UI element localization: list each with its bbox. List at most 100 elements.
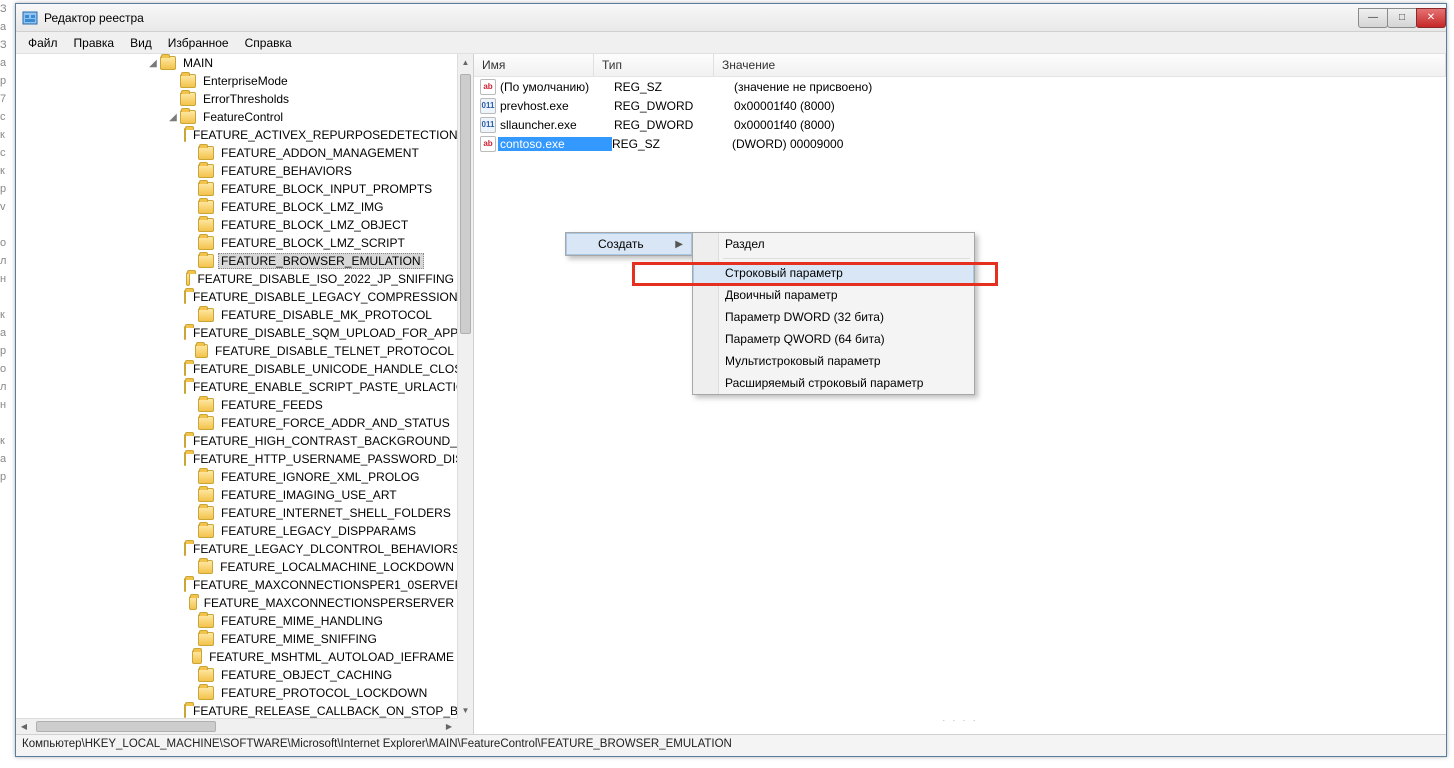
- context-item[interactable]: Строковый параметр: [693, 262, 974, 284]
- tree-item[interactable]: FEATURE_OBJECT_CACHING: [16, 666, 457, 684]
- tree-item[interactable]: FEATURE_INTERNET_SHELL_FOLDERS: [16, 504, 457, 522]
- tree-item[interactable]: FEATURE_DISABLE_SQM_UPLOAD_FOR_APP: [16, 324, 457, 342]
- menu-file[interactable]: Файл: [20, 34, 66, 52]
- col-header-data[interactable]: Значение: [714, 54, 1446, 76]
- tree-item[interactable]: FEATURE_BLOCK_INPUT_PROMPTS: [16, 180, 457, 198]
- tree-item[interactable]: FEATURE_BROWSER_EMULATION: [16, 252, 457, 270]
- tree-item-label: EnterpriseMode: [200, 73, 291, 89]
- col-header-type[interactable]: Тип: [594, 54, 714, 76]
- tree-item[interactable]: FEATURE_ACTIVEX_REPURPOSEDETECTION: [16, 126, 457, 144]
- menu-help[interactable]: Справка: [237, 34, 300, 52]
- tree-item[interactable]: FEATURE_MSHTML_AUTOLOAD_IEFRAME: [16, 648, 457, 666]
- tree-item[interactable]: FEATURE_RELEASE_CALLBACK_ON_STOP_BINDING: [16, 702, 457, 718]
- value-type: REG_DWORD: [614, 99, 734, 113]
- tree-item[interactable]: FEATURE_ENABLE_SCRIPT_PASTE_URLACTION_IF…: [16, 378, 457, 396]
- tree-item[interactable]: FEATURE_HIGH_CONTRAST_BACKGROUND_IMAG: [16, 432, 457, 450]
- tree-item[interactable]: FEATURE_DISABLE_LEGACY_COMPRESSION: [16, 288, 457, 306]
- col-header-name[interactable]: Имя: [474, 54, 594, 76]
- folder-icon: [184, 362, 186, 376]
- tree-item[interactable]: FEATURE_DISABLE_ISO_2022_JP_SNIFFING: [16, 270, 457, 288]
- tree-vertical-scrollbar[interactable]: ▲ ▼: [457, 54, 473, 718]
- tree-item-label: FEATURE_BLOCK_LMZ_IMG: [218, 199, 386, 215]
- value-row[interactable]: 011sllauncher.exeREG_DWORD0x00001f40 (80…: [474, 115, 1446, 134]
- tree-item[interactable]: FEATURE_ADDON_MANAGEMENT: [16, 144, 457, 162]
- tree-item[interactable]: FEATURE_MIME_HANDLING: [16, 612, 457, 630]
- tree-item[interactable]: FEATURE_BLOCK_LMZ_SCRIPT: [16, 234, 457, 252]
- tree-item-label: FEATURE_BLOCK_LMZ_OBJECT: [218, 217, 411, 233]
- tree-item-label: FEATURE_HTTP_USERNAME_PASSWORD_DISABLE: [190, 451, 457, 467]
- scrollbar-thumb[interactable]: [460, 74, 471, 334]
- string-value-icon: ab: [480, 136, 496, 152]
- tree-item-label: FEATURE_LEGACY_DLCONTROL_BEHAVIORS: [190, 541, 457, 557]
- close-button[interactable]: ✕: [1416, 8, 1446, 28]
- tree-item[interactable]: FEATURE_FORCE_ADDR_AND_STATUS: [16, 414, 457, 432]
- context-separator: [723, 258, 970, 259]
- folder-icon: [198, 308, 214, 322]
- minimize-button[interactable]: —: [1358, 8, 1388, 28]
- maximize-button[interactable]: □: [1387, 8, 1417, 28]
- tree-item-label: FEATURE_OBJECT_CACHING: [218, 667, 395, 683]
- menu-view[interactable]: Вид: [122, 34, 160, 52]
- tree-item[interactable]: FEATURE_HTTP_USERNAME_PASSWORD_DISABLE: [16, 450, 457, 468]
- tree-item[interactable]: FEATURE_PROTOCOL_LOCKDOWN: [16, 684, 457, 702]
- list-header[interactable]: Имя Тип Значение: [474, 54, 1446, 77]
- tree-item[interactable]: FEATURE_IMAGING_USE_ART: [16, 486, 457, 504]
- tree-item[interactable]: FEATURE_DISABLE_MK_PROTOCOL: [16, 306, 457, 324]
- regedit-window: Редактор реестра — □ ✕ Файл Правка Вид И…: [15, 3, 1447, 757]
- tree-item[interactable]: FEATURE_IGNORE_XML_PROLOG: [16, 468, 457, 486]
- expand-twisty-icon[interactable]: ◢: [166, 112, 180, 123]
- expand-twisty-icon[interactable]: ◢: [146, 58, 160, 69]
- value-row[interactable]: ab(По умолчанию)REG_SZ(значение не присв…: [474, 77, 1446, 96]
- context-item[interactable]: Двоичный параметр: [693, 284, 974, 306]
- status-path: Компьютер\HKEY_LOCAL_MACHINE\SOFTWARE\Mi…: [22, 738, 732, 750]
- tree-item[interactable]: FEATURE_MAXCONNECTIONSPER1_0SERVER: [16, 576, 457, 594]
- tree-item[interactable]: FEATURE_LEGACY_DISPPARAMS: [16, 522, 457, 540]
- folder-icon: [195, 344, 208, 358]
- menu-favorite[interactable]: Избранное: [160, 34, 237, 52]
- value-list[interactable]: ab(По умолчанию)REG_SZ(значение не присв…: [474, 77, 1446, 734]
- tree-item[interactable]: FEATURE_MAXCONNECTIONSPERSERVER: [16, 594, 457, 612]
- scrollbar-thumb[interactable]: [36, 721, 216, 732]
- folder-icon: [192, 650, 202, 664]
- context-item[interactable]: Параметр QWORD (64 бита): [693, 328, 974, 350]
- tree-item-label: FeatureControl: [200, 109, 286, 125]
- tree-item[interactable]: ErrorThresholds: [16, 90, 457, 108]
- tree-item-label: FEATURE_MIME_HANDLING: [218, 613, 386, 629]
- tree-item[interactable]: FEATURE_MIME_SNIFFING: [16, 630, 457, 648]
- context-item[interactable]: Расширяемый строковый параметр: [693, 372, 974, 394]
- tree-item[interactable]: FEATURE_BLOCK_LMZ_OBJECT: [16, 216, 457, 234]
- tree-item-label: FEATURE_BLOCK_INPUT_PROMPTS: [218, 181, 435, 197]
- tree-item[interactable]: FEATURE_BLOCK_LMZ_IMG: [16, 198, 457, 216]
- tree-item[interactable]: FEATURE_BEHAVIORS: [16, 162, 457, 180]
- value-row[interactable]: abcontoso.exeREG_SZ(DWORD) 00009000: [474, 134, 1446, 153]
- tree-item-label: FEATURE_DISABLE_TELNET_PROTOCOL: [212, 343, 457, 359]
- tree-item-label: FEATURE_INTERNET_SHELL_FOLDERS: [218, 505, 454, 521]
- tree-item[interactable]: ◢MAIN: [16, 54, 457, 72]
- tree-item[interactable]: EnterpriseMode: [16, 72, 457, 90]
- folder-icon: [180, 110, 196, 124]
- context-item[interactable]: Раздел: [693, 233, 974, 255]
- tree-pane: ◢MAINEnterpriseModeErrorThresholds ◢ Featu…: [16, 54, 474, 734]
- scroll-dots: · · · ·: [942, 715, 978, 726]
- tree-view[interactable]: ◢MAINEnterpriseModeErrorThresholds ◢ Featu…: [16, 54, 457, 718]
- tree-item[interactable]: FEATURE_DISABLE_UNICODE_HANDLE_CLOSING_: [16, 360, 457, 378]
- dword-value-icon: 011: [480, 98, 496, 114]
- value-type: REG_DWORD: [614, 118, 734, 132]
- tree-item[interactable]: FEATURE_LEGACY_DLCONTROL_BEHAVIORS: [16, 540, 457, 558]
- folder-icon: [186, 272, 190, 286]
- tree-item[interactable]: FEATURE_FEEDS: [16, 396, 457, 414]
- folder-icon: [198, 668, 214, 682]
- context-item[interactable]: Параметр DWORD (32 бита): [693, 306, 974, 328]
- context-item[interactable]: Мультистроковый параметр: [693, 350, 974, 372]
- tree-item[interactable]: FEATURE_LOCALMACHINE_LOCKDOWN: [16, 558, 457, 576]
- title-bar[interactable]: Редактор реестра — □ ✕: [16, 4, 1446, 32]
- value-row[interactable]: 011prevhost.exeREG_DWORD0x00001f40 (8000…: [474, 96, 1446, 115]
- tree-item[interactable]: FEATURE_DISABLE_TELNET_PROTOCOL: [16, 342, 457, 360]
- menu-edit[interactable]: Правка: [66, 34, 123, 52]
- context-item-label: Расширяемый строковый параметр: [725, 376, 923, 390]
- tree-horizontal-scrollbar[interactable]: ◀ ▶: [16, 718, 457, 734]
- context-item-label: Параметр QWORD (64 бита): [725, 332, 885, 346]
- context-item-create[interactable]: Создать ▶: [566, 233, 692, 255]
- tree-item[interactable]: ◢ FeatureControl: [16, 108, 457, 126]
- tree-item-label: FEATURE_IGNORE_XML_PROLOG: [218, 469, 423, 485]
